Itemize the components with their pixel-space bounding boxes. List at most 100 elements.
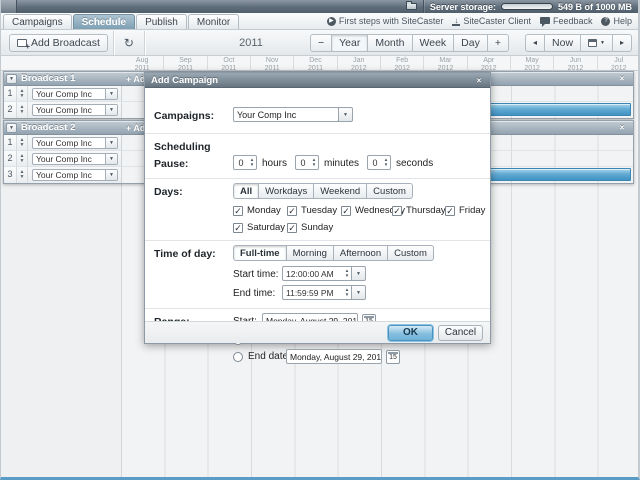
calendar-icon <box>588 39 597 47</box>
help-icon: ? <box>601 17 610 26</box>
calendar-period-title: 2011 <box>121 37 381 49</box>
time-preset-group: Full-time Morning Afternoon Custom <box>233 245 434 261</box>
campaign-select[interactable]: Your Comp Inc ▼ <box>32 104 118 116</box>
checkbox-tuesday[interactable]: ✓Tuesday <box>287 205 337 216</box>
start-time-dropdown[interactable]: ▼ <box>351 266 366 281</box>
storage-progress-bar <box>501 3 553 10</box>
campaign-select[interactable]: Your Comp Inc ▼ <box>32 137 118 149</box>
checkbox-friday[interactable]: ✓Friday <box>445 205 485 216</box>
campaign-select[interactable]: Your Comp Inc ▼ <box>32 153 118 165</box>
chevron-down-icon: ▼ <box>600 40 605 46</box>
end-date-calendar-button[interactable]: 15 <box>386 350 400 364</box>
month-cell: Sep2011 <box>164 56 207 71</box>
storage-value: 549 B of 1000 MB <box>558 2 632 12</box>
days-weekend-button[interactable]: Weekend <box>314 183 367 199</box>
row-order-stepper[interactable]: ▲▼ <box>17 86 28 101</box>
pause-seconds-stepper[interactable]: 0 ▲▼ <box>367 155 391 170</box>
time-morning-button[interactable]: Morning <box>287 245 334 261</box>
end-date-radio[interactable]: End date: <box>233 351 291 362</box>
first-steps-link[interactable]: ▶ First steps with SiteCaster <box>327 16 444 26</box>
end-time-dropdown[interactable]: ▼ <box>351 285 366 300</box>
campaign-combobox-dropdown[interactable]: ▼ <box>338 107 353 122</box>
add-broadcast-icon <box>17 39 27 47</box>
download-icon: ↓ <box>452 17 460 26</box>
help-link[interactable]: ? Help <box>601 16 632 26</box>
chevron-down-icon: ▼ <box>105 138 117 148</box>
next-period-button[interactable]: ▸ <box>613 34 632 52</box>
row-order-stepper[interactable]: ▲▼ <box>17 102 28 118</box>
collapse-icon[interactable]: ▼ <box>6 123 17 133</box>
zoom-in-button[interactable]: + <box>488 34 509 52</box>
month-cell: Feb2012 <box>381 56 424 71</box>
checkbox-sunday[interactable]: ✓Sunday <box>287 222 333 233</box>
checkbox-saturday[interactable]: ✓Saturday <box>233 222 285 233</box>
tab-campaigns[interactable]: Campaigns <box>3 14 72 29</box>
checkbox-monday[interactable]: ✓Monday <box>233 205 281 216</box>
end-time-input[interactable]: 11:59:59 PM ▲▼ <box>282 285 352 300</box>
chevron-down-icon: ▼ <box>105 170 117 180</box>
collapse-icon[interactable]: ▼ <box>6 74 17 84</box>
seconds-unit: seconds <box>396 158 433 169</box>
schedule-toolbar: Add Broadcast ↻ 2011 − Year Month Week D… <box>1 30 638 56</box>
month-cell: Jan2012 <box>338 56 381 71</box>
cancel-button[interactable]: Cancel <box>438 325 483 341</box>
chevron-down-icon: ▼ <box>105 154 117 164</box>
view-week-button[interactable]: Week <box>413 34 455 52</box>
feedback-link[interactable]: Feedback <box>540 16 593 26</box>
row-order-stepper[interactable]: ▲▼ <box>17 151 28 166</box>
play-circle-icon: ▶ <box>327 17 336 26</box>
days-all-button[interactable]: All <box>233 183 259 199</box>
feedback-bubble-icon <box>540 17 550 24</box>
chevron-down-icon: ▼ <box>105 105 117 115</box>
now-button[interactable]: Now <box>545 34 581 52</box>
days-workdays-button[interactable]: Workdays <box>259 183 314 199</box>
row-order-stepper[interactable]: ▲▼ <box>17 167 28 183</box>
view-day-button[interactable]: Day <box>454 34 488 52</box>
month-cell: Jun2012 <box>554 56 597 71</box>
end-time-label: End time: <box>233 288 275 299</box>
window-menu-segment[interactable] <box>1 0 17 13</box>
checkbox-thursday[interactable]: ✓Thursday <box>392 205 446 216</box>
end-date-input[interactable]: Monday, August 29, 2011 <box>286 349 382 364</box>
dialog-title: Add Campaign <box>151 75 218 86</box>
pause-hours-stepper[interactable]: 0 ▲▼ <box>233 155 257 170</box>
row-order-stepper[interactable]: ▲▼ <box>17 135 28 150</box>
month-cell: Oct2011 <box>208 56 251 71</box>
prev-period-button[interactable]: ◂ <box>525 34 545 52</box>
ok-button[interactable]: OK <box>388 325 433 341</box>
tab-schedule[interactable]: Schedule <box>73 14 135 29</box>
days-custom-button[interactable]: Custom <box>367 183 413 199</box>
dialog-header[interactable]: Add Campaign × <box>145 73 490 88</box>
campaign-select[interactable]: Your Comp Inc ▼ <box>32 169 118 181</box>
timeline-month-header: Aug2011 Sep2011 Oct2011 Nov2011 Dec2011 … <box>1 56 638 71</box>
minutes-unit: minutes <box>324 158 359 169</box>
time-custom-button[interactable]: Custom <box>388 245 434 261</box>
campaign-select[interactable]: Your Comp Inc ▼ <box>32 88 118 100</box>
time-afternoon-button[interactable]: Afternoon <box>334 245 388 261</box>
start-time-input[interactable]: 12:00:00 AM ▲▼ <box>282 266 352 281</box>
close-icon[interactable]: × <box>617 74 627 84</box>
add-campaign-dialog: Add Campaign × Campaigns: Your Comp Inc … <box>144 72 491 344</box>
tab-bar: Campaigns Schedule Publish Monitor ▶ Fir… <box>1 13 638 30</box>
sitecaster-window: Server storage: 549 B of 1000 MB Campaig… <box>0 0 640 480</box>
chevron-down-icon: ▼ <box>105 89 117 99</box>
tab-monitor[interactable]: Monitor <box>188 14 239 29</box>
client-download-link[interactable]: ↓ SiteCaster Client <box>452 16 531 26</box>
scheduling-heading: Scheduling <box>154 141 211 153</box>
add-broadcast-button[interactable]: Add Broadcast <box>9 34 108 52</box>
month-cell: Nov2011 <box>251 56 294 71</box>
close-icon[interactable]: × <box>474 76 484 86</box>
start-time-label: Start time: <box>233 269 279 280</box>
date-picker-button[interactable]: ▼ <box>581 34 613 52</box>
storage-folder-icon[interactable] <box>406 3 417 10</box>
pause-minutes-stepper[interactable]: 0 ▲▼ <box>295 155 319 170</box>
days-preset-group: All Workdays Weekend Custom <box>233 183 413 199</box>
month-cell: Aug2011 <box>121 56 164 71</box>
campaign-combobox[interactable]: Your Comp Inc <box>233 107 339 122</box>
close-icon[interactable]: × <box>617 123 627 133</box>
hours-unit: hours <box>262 158 287 169</box>
month-cell: Apr2012 <box>468 56 511 71</box>
pause-label: Pause: <box>154 158 188 170</box>
tab-publish[interactable]: Publish <box>136 14 187 29</box>
time-fulltime-button[interactable]: Full-time <box>233 245 287 261</box>
